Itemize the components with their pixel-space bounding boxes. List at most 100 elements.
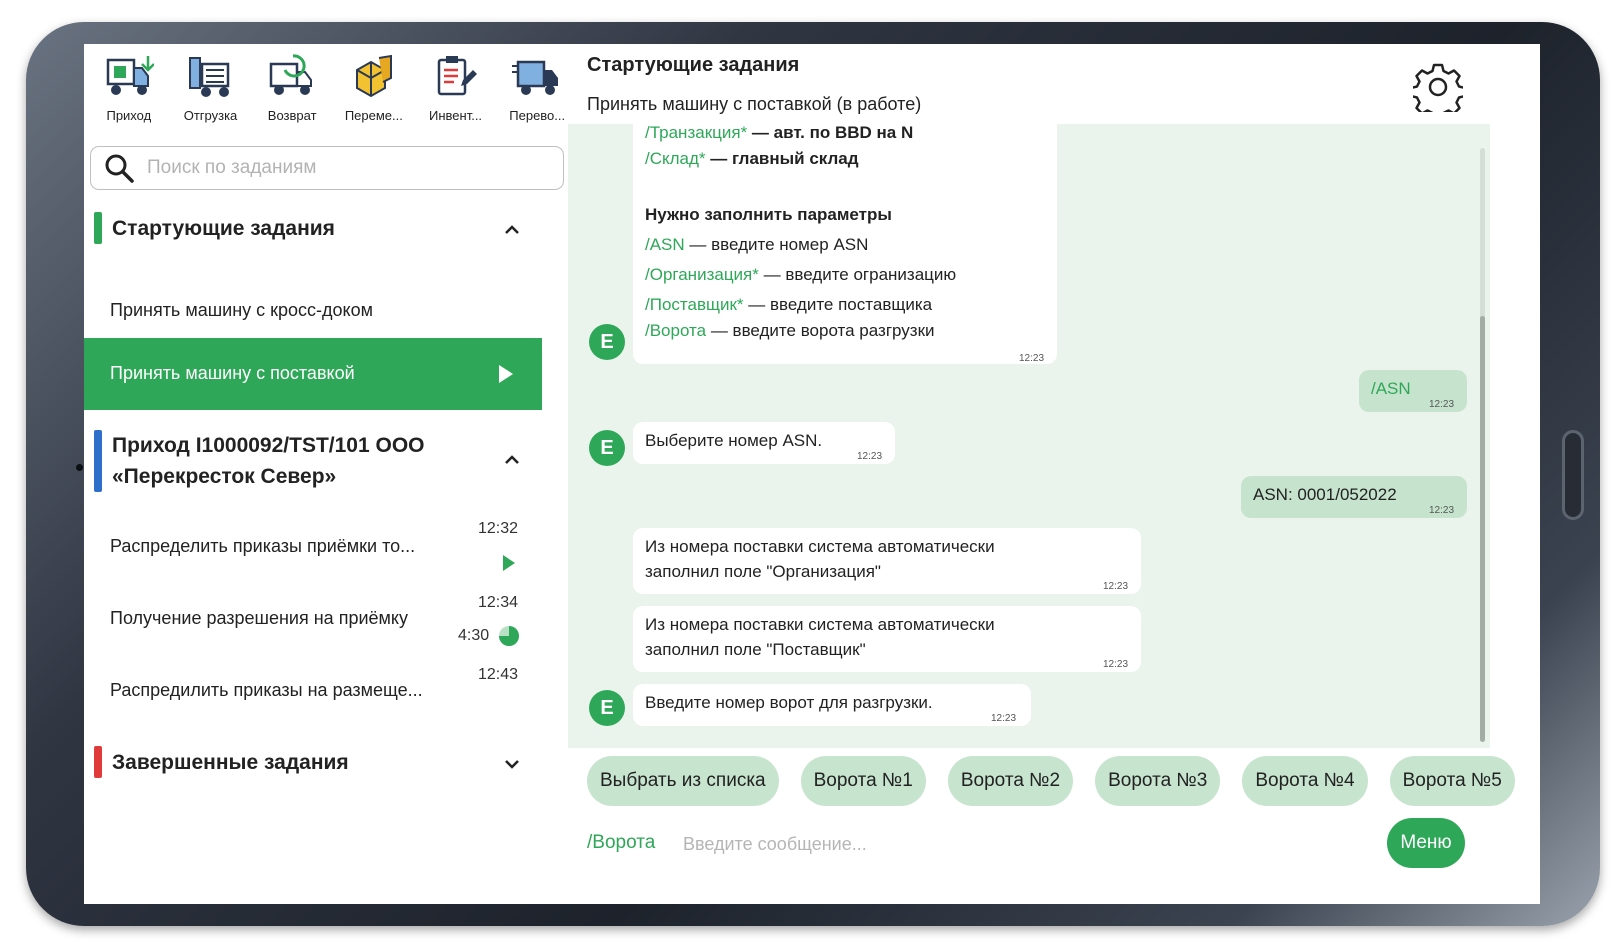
user-message-asn-command: /ASN 12:23 [1359,370,1467,412]
message-input[interactable] [683,830,1283,858]
task-time: 12:32 [478,520,519,537]
task-duration: 4:30 [458,627,490,644]
quick-reply-chips: Выбрать из списка Ворота №1 Ворота №2 Во… [587,756,1540,806]
message-text: ASN: 0001/052022 [1253,485,1397,504]
section-starting-tasks[interactable]: Стартующие задания [94,212,335,244]
section-color-bar [94,212,102,244]
task-item-crossdock[interactable]: Принять машину с кросс-доком [84,280,542,344]
task-search[interactable] [90,146,564,190]
chip-gate-5[interactable]: Ворота №5 [1389,756,1515,806]
home-button[interactable] [1562,430,1584,520]
message-text: Нужно заполнить параметры [645,205,892,224]
toolbar-item-return[interactable]: Возврат [251,54,333,132]
scrollbar-thumb[interactable] [1480,316,1485,742]
chip-gate-3[interactable]: Ворота №3 [1095,756,1221,806]
task-time: 12:34 [478,594,519,611]
message-text: заполнил поле "Поставщик" [645,640,866,659]
chat-header-subtitle: Принять машину с поставкой (в работе) [587,94,922,114]
play-icon[interactable] [498,364,514,384]
app-screen: Приход Отгрузка Возврат Переме... Инвент… [84,44,1540,904]
task-label: Получение разрешения на приёмку [110,608,408,628]
message-composer: /Ворота Меню [587,818,1467,870]
toolbar-label: Переме... [344,108,403,123]
toolbar-item-move[interactable]: Переме... [333,54,415,132]
progress-pie-icon [499,626,519,646]
command-text[interactable]: /Организация* [645,265,759,284]
toolbar-label: Перево... [509,108,566,123]
chat-messages[interactable]: /Транзакция* — авт. по BBD на N /Склад* … [568,124,1490,748]
toolbar-item-shipment[interactable]: Отгрузка [170,54,252,132]
command-prefix[interactable]: /Ворота [587,832,655,854]
menu-button[interactable]: Меню [1387,818,1465,868]
truck-shipment-icon [188,57,229,97]
search-icon [105,154,134,183]
toolbar-label: Приход [106,108,152,123]
message-text: — введите ворота разгрузки [706,321,935,340]
inventory-clipboard-icon [437,56,477,96]
toolbar-label: Отгрузка [183,108,238,123]
chevron-down-icon[interactable] [502,754,522,774]
task-item-distribute-receipt[interactable]: Распределить приказы приёмки то... 12:32 [84,510,542,578]
toolbar-label: Инвент... [429,108,483,123]
command-text[interactable]: /Транзакция* [645,124,747,142]
message-time: 12:23 [1019,353,1045,364]
command-text[interactable]: /Поставщик* [645,295,744,314]
camera-dot [76,464,83,471]
task-label: Распредилить приказы на размеще... [110,680,423,700]
section-color-bar [94,746,102,778]
toolbar-item-inventory[interactable]: Инвент... [415,54,497,132]
section-receipt[interactable]: Приход I1000092/TST/101 ООО «Перекресток… [94,430,425,492]
message-text: Из номера поставки система автоматически [645,537,995,556]
gear-icon[interactable] [1413,62,1463,112]
message-text: Выберите номер ASN. [645,431,823,450]
user-message-asn-value: ASN: 0001/052022 12:23 [1241,476,1467,518]
command-text[interactable]: /ASN [645,235,685,254]
bot-message-params: /Транзакция* — авт. по BBD на N /Склад* … [633,124,1057,364]
bot-message-enter-gate: Введите номер ворот для разгрузки. 12:23 [633,684,1031,726]
left-panel: Приход Отгрузка Возврат Переме... Инвент… [84,44,586,904]
message-text: /ASN [1371,379,1411,398]
command-text[interactable]: /Склад* [645,149,706,168]
chat-panel: Стартующие задания Принять машину с пост… [568,44,1540,904]
task-item-permission[interactable]: Получение разрешения на приёмку 12:34 4:… [84,584,542,652]
chat-scrollbar[interactable] [1480,148,1485,742]
task-item-distribute-placement[interactable]: Распредилить приказы на размеще... 12:43 [84,656,542,724]
toolbar-item-transport[interactable]: Перево... [496,54,578,132]
chip-gate-2[interactable]: Ворота №2 [947,756,1074,806]
section-color-bar [94,430,102,492]
bot-avatar: E [589,430,625,466]
task-item-supply-active[interactable]: Принять машину с поставкой [84,338,542,410]
message-text: Из номера поставки система автоматически [645,615,995,634]
chip-gate-1[interactable]: Ворота №1 [800,756,926,806]
message-text: — главный склад [705,149,859,168]
bot-message-org-filled: Из номера поставки система автоматически… [633,528,1141,594]
message-time: 12:23 [1103,581,1129,592]
section-completed[interactable]: Завершенные задания [94,746,349,778]
toolbar-item-receipt[interactable]: Приход [88,54,170,132]
section-title: Стартующие задания [112,216,335,240]
task-label: Принять машину с кросс-доком [110,300,374,320]
task-time: 12:43 [478,666,519,683]
message-time: 12:23 [1103,659,1129,670]
task-label: Распределить приказы приёмки то... [110,536,416,556]
message-time: 12:23 [991,713,1017,724]
boxes-move-icon [355,54,392,98]
chevron-up-icon[interactable] [502,450,522,470]
message-text: заполнил поле "Организация" [645,562,881,581]
message-time: 12:23 [1429,505,1455,516]
task-label: Принять машину с поставкой [110,363,355,383]
search-input[interactable] [147,157,527,179]
command-text[interactable]: /Ворота [645,321,706,340]
chip-choose-from-list[interactable]: Выбрать из списка [587,756,779,806]
chip-gate-4[interactable]: Ворота №4 [1242,756,1368,806]
truck-receipt-icon [106,56,154,95]
bot-avatar: E [589,690,625,726]
bot-message-choose-asn: Выберите номер ASN. 12:23 [633,422,895,464]
play-icon[interactable] [502,554,516,572]
message-text: — введите номер ASN [684,235,869,254]
message-text: — введите поставщика [743,295,933,314]
message-text: — авт. по BBD на N [747,124,914,142]
section-title: Завершенные задания [112,750,349,774]
toolbar-label: Возврат [267,108,317,123]
chevron-up-icon[interactable] [502,220,522,240]
